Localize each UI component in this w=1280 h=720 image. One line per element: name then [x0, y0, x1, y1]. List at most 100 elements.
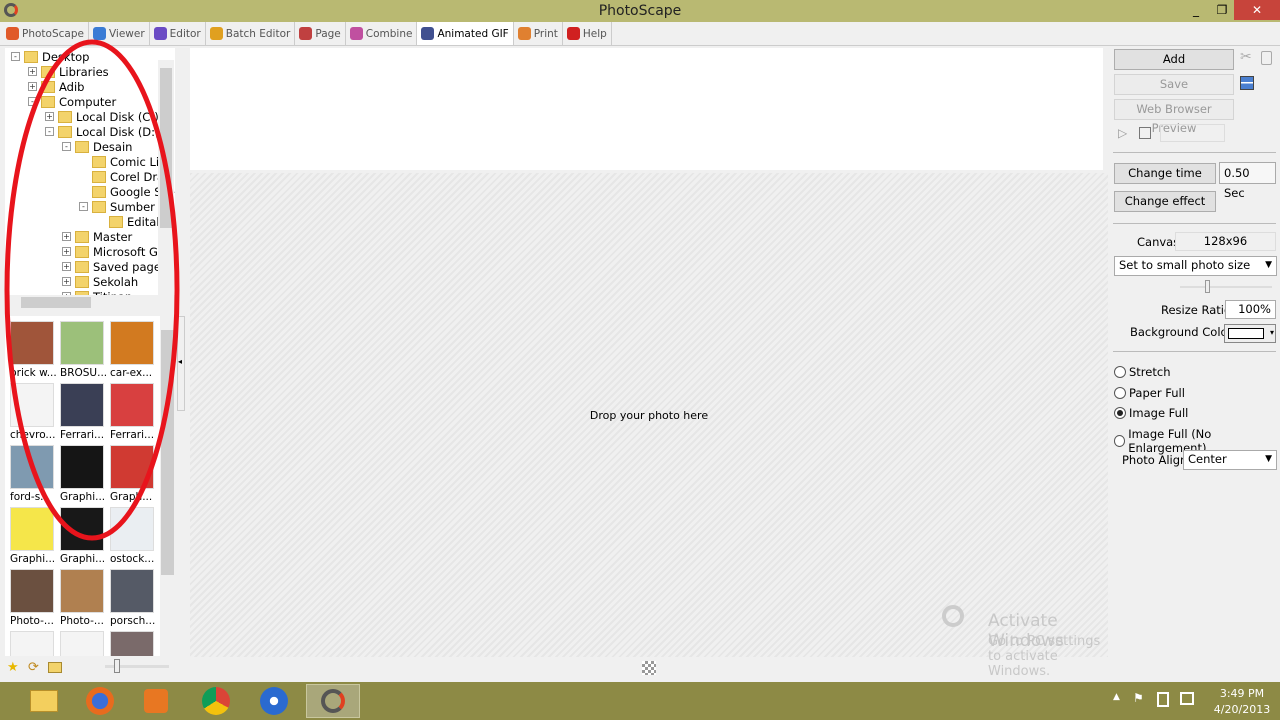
thumbnail-item[interactable]	[60, 631, 106, 656]
flag-icon[interactable]: ⚑	[1133, 691, 1144, 705]
tab-icon	[517, 27, 531, 40]
clock-time[interactable]: 3:49 PM	[1212, 687, 1272, 700]
photo-align-label: Photo Align	[1122, 453, 1188, 467]
photoscape-icon	[321, 689, 345, 713]
thumbnail-image	[110, 631, 154, 656]
resize-ratio-input[interactable]: 100%	[1225, 300, 1276, 319]
canvas-size-value: 128x96	[1175, 232, 1276, 251]
background-color-picker[interactable]: ▾	[1224, 324, 1276, 343]
radio-label: Stretch	[1129, 365, 1171, 379]
background-color-label: Background Color	[1130, 325, 1233, 339]
thumbnail-size-slider[interactable]	[105, 659, 169, 673]
radio-option[interactable]: Stretch	[1114, 365, 1170, 379]
photo-align-select[interactable]: Center ▼	[1183, 450, 1277, 470]
watermark-key-icon	[942, 605, 964, 627]
tab-bar: PhotoScape Viewer Editor Batch Editor Page Co…	[0, 22, 1280, 46]
play-icon[interactable]: ▷	[1118, 126, 1127, 140]
resize-slider[interactable]	[1180, 280, 1272, 293]
battery-icon[interactable]	[1157, 692, 1169, 707]
thumbnail-label: Photo-...	[60, 615, 104, 627]
radio-option[interactable]: Paper Full	[1114, 386, 1185, 400]
refresh-icon[interactable]: ⟳	[28, 660, 39, 675]
tab-label: Page	[315, 27, 341, 40]
tab-combine[interactable]: Combine	[346, 22, 418, 45]
thumbnail-label: ostock...	[110, 553, 155, 565]
frame-field[interactable]	[1160, 124, 1225, 142]
tab-label: Combine	[365, 27, 413, 40]
taskbar: ▲ ⚑ 3:49 PM 4/20/2013	[0, 682, 1280, 720]
add-button[interactable]: Add	[1114, 49, 1234, 70]
radio-button[interactable]	[1114, 386, 1126, 399]
taskbar-chrome[interactable]	[190, 684, 242, 718]
tab-label: Batch Editor	[225, 27, 291, 40]
window-title: PhotoScape	[598, 3, 682, 19]
change-effect-button[interactable]: Change effect	[1114, 191, 1216, 212]
time-value[interactable]: 0.50 Sec	[1219, 162, 1276, 200]
size-select-value: Set to small photo size	[1119, 258, 1251, 272]
title-bar: PhotoScape _ ❐ ✕	[0, 0, 1280, 22]
thumbnail-item[interactable]	[10, 631, 56, 656]
thumbnail-image	[10, 569, 54, 613]
taskbar-firefox[interactable]	[74, 684, 126, 718]
stop-icon[interactable]	[1139, 127, 1151, 139]
radio-option[interactable]: Image Full	[1114, 406, 1188, 420]
save-button[interactable]: Save	[1114, 74, 1234, 95]
tab-icon	[421, 27, 435, 40]
taskbar-media-player[interactable]	[130, 684, 182, 718]
clock-date[interactable]: 4/20/2013	[1212, 703, 1272, 716]
chevron-down-icon: ▾	[1269, 328, 1274, 337]
media-icon	[144, 689, 168, 713]
drop-hint: Drop your photo here	[589, 409, 709, 422]
tab-animated-gif[interactable]: Animated GIF	[417, 22, 514, 45]
thumbnail-image	[60, 569, 104, 613]
trash-icon[interactable]	[1261, 51, 1272, 65]
radio-button[interactable]	[1114, 366, 1126, 378]
radio-button[interactable]	[1114, 434, 1126, 447]
folder-icon	[30, 690, 58, 712]
thumbnail-image	[10, 631, 54, 656]
show-hidden-icons[interactable]: ▲	[1113, 692, 1120, 702]
chevron-down-icon: ▼	[1265, 454, 1272, 464]
thumbnail-label: Graphi...	[60, 553, 106, 565]
divider	[1113, 351, 1276, 352]
folder-search-icon[interactable]	[48, 662, 62, 673]
tab-help[interactable]: Help	[563, 22, 612, 45]
tab-page[interactable]: Page	[295, 22, 346, 45]
divider	[1113, 152, 1276, 153]
chrome-icon	[202, 687, 230, 715]
restore-button[interactable]: ❐	[1208, 0, 1236, 20]
close-button[interactable]: ✕	[1234, 0, 1280, 20]
tab-icon	[209, 27, 223, 40]
firefox-icon	[86, 687, 114, 715]
thumbnail-item[interactable]: Photo-...	[10, 569, 56, 627]
taskbar-file-explorer[interactable]	[18, 684, 70, 718]
drop-canvas[interactable]: Drop your photo here Activate Windows Go…	[190, 173, 1108, 679]
taskbar-app[interactable]	[248, 684, 300, 718]
radio-button[interactable]	[1114, 407, 1126, 419]
thumbnail-item[interactable]: porsch...	[110, 569, 156, 627]
size-select[interactable]: Set to small photo size ▼	[1114, 256, 1277, 276]
change-time-button[interactable]: Change time	[1114, 163, 1216, 184]
resize-ratio-label: Resize Ratio	[1161, 303, 1232, 317]
network-icon[interactable]	[1180, 692, 1194, 705]
thumbnail-item[interactable]	[110, 631, 156, 656]
tab-print[interactable]: Print	[514, 22, 563, 45]
tab-batch-editor[interactable]: Batch Editor	[206, 22, 296, 45]
divider	[1113, 223, 1276, 224]
thumbnail-item[interactable]: Photo-...	[60, 569, 106, 627]
radio-label: Paper Full	[1129, 385, 1185, 400]
tab-icon	[299, 27, 313, 40]
thumbnail-label: Graphi...	[10, 553, 56, 565]
photo-align-value: Center	[1188, 452, 1227, 466]
tab-icon	[349, 27, 363, 40]
minimize-button[interactable]: _	[1182, 0, 1210, 20]
canvas-label: Canvas	[1137, 235, 1180, 249]
cut-icon[interactable]: ✂	[1240, 49, 1252, 65]
web-browser-preview-button[interactable]: Web Browser Preview	[1114, 99, 1234, 135]
frame-strip[interactable]	[190, 48, 1103, 170]
taskbar-photoscape[interactable]	[306, 684, 360, 718]
app-icon	[260, 687, 288, 715]
thumbnail-image	[60, 631, 104, 656]
list-icon[interactable]	[1240, 76, 1254, 90]
star-icon[interactable]: ★	[7, 660, 19, 675]
